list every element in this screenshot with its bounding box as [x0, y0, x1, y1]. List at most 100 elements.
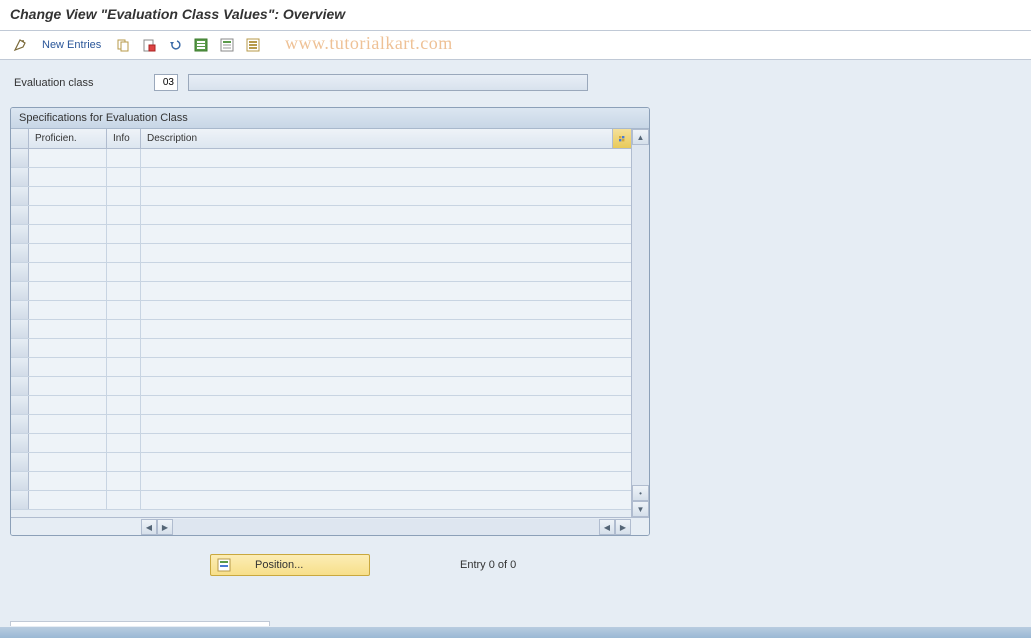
- cell-proficien[interactable]: [29, 358, 107, 376]
- cell-description[interactable]: [141, 282, 631, 300]
- scroll-down-dot-icon[interactable]: •: [632, 485, 649, 501]
- row-selector[interactable]: [11, 244, 29, 262]
- table-row[interactable]: [11, 453, 631, 472]
- cell-info[interactable]: [107, 358, 141, 376]
- cell-info[interactable]: [107, 453, 141, 471]
- cell-description[interactable]: [141, 301, 631, 319]
- toggle-view-icon[interactable]: [10, 35, 30, 55]
- cell-description[interactable]: [141, 244, 631, 262]
- row-selector[interactable]: [11, 187, 29, 205]
- cell-info[interactable]: [107, 263, 141, 281]
- cell-description[interactable]: [141, 358, 631, 376]
- cell-description[interactable]: [141, 434, 631, 452]
- table-row[interactable]: [11, 225, 631, 244]
- row-selector[interactable]: [11, 434, 29, 452]
- new-entries-button[interactable]: New Entries: [42, 39, 101, 51]
- cell-description[interactable]: [141, 149, 631, 167]
- row-selector[interactable]: [11, 453, 29, 471]
- evaluation-class-input[interactable]: [154, 74, 178, 91]
- cell-proficien[interactable]: [29, 339, 107, 357]
- cell-proficien[interactable]: [29, 206, 107, 224]
- table-row[interactable]: [11, 434, 631, 453]
- row-selector[interactable]: [11, 301, 29, 319]
- deselect-all-icon[interactable]: [217, 35, 237, 55]
- position-button[interactable]: Position...: [210, 554, 370, 576]
- cell-description[interactable]: [141, 339, 631, 357]
- cell-info[interactable]: [107, 187, 141, 205]
- table-row[interactable]: [11, 491, 631, 510]
- row-selector[interactable]: [11, 472, 29, 490]
- row-selector[interactable]: [11, 282, 29, 300]
- print-icon[interactable]: [243, 35, 263, 55]
- cell-description[interactable]: [141, 225, 631, 243]
- cell-proficien[interactable]: [29, 472, 107, 490]
- row-selector[interactable]: [11, 415, 29, 433]
- column-description[interactable]: Description: [141, 129, 613, 148]
- table-row[interactable]: [11, 263, 631, 282]
- cell-info[interactable]: [107, 472, 141, 490]
- table-row[interactable]: [11, 396, 631, 415]
- cell-description[interactable]: [141, 415, 631, 433]
- table-row[interactable]: [11, 244, 631, 263]
- cell-info[interactable]: [107, 149, 141, 167]
- cell-info[interactable]: [107, 434, 141, 452]
- cell-proficien[interactable]: [29, 149, 107, 167]
- table-row[interactable]: [11, 415, 631, 434]
- table-row[interactable]: [11, 377, 631, 396]
- vertical-scrollbar[interactable]: ▲ • ▼: [631, 129, 649, 517]
- cell-description[interactable]: [141, 377, 631, 395]
- row-selector[interactable]: [11, 377, 29, 395]
- row-selector[interactable]: [11, 168, 29, 186]
- cell-proficien[interactable]: [29, 244, 107, 262]
- cell-proficien[interactable]: [29, 282, 107, 300]
- cell-proficien[interactable]: [29, 434, 107, 452]
- scroll-track[interactable]: [632, 145, 649, 485]
- row-selector[interactable]: [11, 263, 29, 281]
- cell-info[interactable]: [107, 339, 141, 357]
- hscroll-left2-icon[interactable]: ◀: [599, 519, 615, 535]
- table-row[interactable]: [11, 149, 631, 168]
- table-row[interactable]: [11, 168, 631, 187]
- bottom-tab-element[interactable]: [10, 621, 270, 626]
- hscroll-left-icon[interactable]: ◀: [141, 519, 157, 535]
- hscroll-right2-icon[interactable]: ▶: [615, 519, 631, 535]
- table-row[interactable]: [11, 206, 631, 225]
- cell-proficien[interactable]: [29, 168, 107, 186]
- cell-description[interactable]: [141, 472, 631, 490]
- cell-proficien[interactable]: [29, 415, 107, 433]
- cell-info[interactable]: [107, 491, 141, 509]
- cell-description[interactable]: [141, 320, 631, 338]
- row-selector[interactable]: [11, 491, 29, 509]
- cell-proficien[interactable]: [29, 396, 107, 414]
- column-info[interactable]: Info: [107, 129, 141, 148]
- cell-proficien[interactable]: [29, 187, 107, 205]
- cell-info[interactable]: [107, 282, 141, 300]
- scroll-down-icon[interactable]: ▼: [632, 501, 649, 517]
- undo-icon[interactable]: [165, 35, 185, 55]
- cell-description[interactable]: [141, 187, 631, 205]
- scroll-up-icon[interactable]: ▲: [632, 129, 649, 145]
- hscroll-track[interactable]: [173, 519, 599, 535]
- cell-info[interactable]: [107, 225, 141, 243]
- row-selector[interactable]: [11, 206, 29, 224]
- row-selector[interactable]: [11, 225, 29, 243]
- cell-description[interactable]: [141, 453, 631, 471]
- table-row[interactable]: [11, 320, 631, 339]
- cell-proficien[interactable]: [29, 320, 107, 338]
- table-config-icon[interactable]: [613, 129, 631, 148]
- cell-description[interactable]: [141, 491, 631, 509]
- cell-info[interactable]: [107, 415, 141, 433]
- hscroll-right-icon[interactable]: ▶: [157, 519, 173, 535]
- table-row[interactable]: [11, 339, 631, 358]
- cell-proficien[interactable]: [29, 491, 107, 509]
- cell-proficien[interactable]: [29, 453, 107, 471]
- cell-proficien[interactable]: [29, 301, 107, 319]
- cell-description[interactable]: [141, 396, 631, 414]
- select-all-icon[interactable]: [191, 35, 211, 55]
- cell-description[interactable]: [141, 206, 631, 224]
- cell-description[interactable]: [141, 263, 631, 281]
- table-row[interactable]: [11, 301, 631, 320]
- evaluation-class-desc-input[interactable]: [188, 74, 588, 91]
- table-row[interactable]: [11, 187, 631, 206]
- cell-info[interactable]: [107, 396, 141, 414]
